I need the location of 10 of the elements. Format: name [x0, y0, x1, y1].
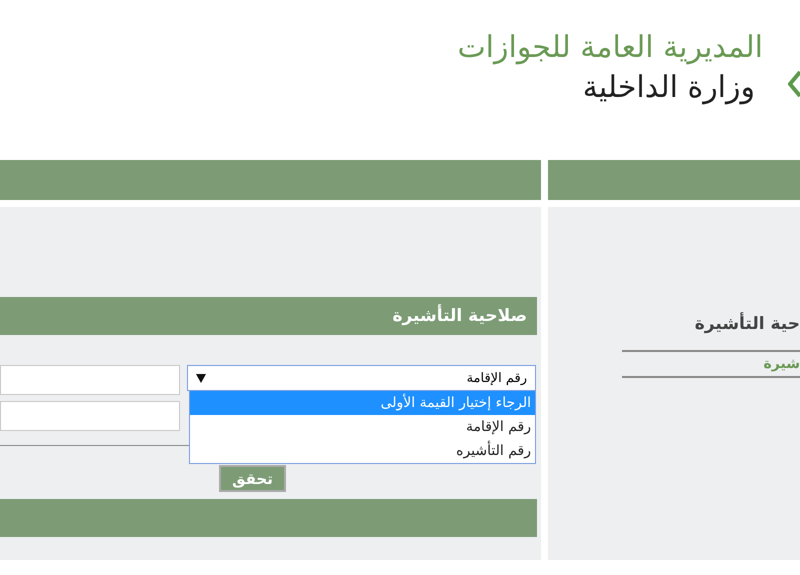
directorate-title: المديرية العامة للجوازات [457, 29, 763, 67]
input-field[interactable] [0, 401, 180, 431]
section-title: صلاحية التأشيرة [392, 306, 527, 326]
input-field[interactable] [0, 365, 180, 395]
dropdown-option[interactable]: رقم الإقامة [190, 415, 535, 439]
caret-icon [196, 374, 206, 382]
dropdown-option[interactable]: رقم التأشيره [190, 439, 535, 463]
panel-title: حية التأشيرة [694, 314, 800, 334]
ministry-title: وزارة الداخلية [582, 69, 755, 107]
id-type-select[interactable]: رقم الإقامة [187, 365, 536, 391]
